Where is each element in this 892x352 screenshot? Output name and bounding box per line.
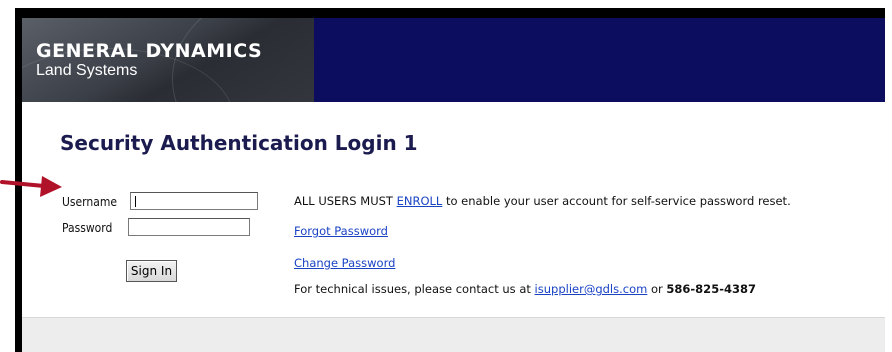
page-footer	[22, 317, 885, 352]
enroll-suffix: to enable your user account for self-ser…	[445, 194, 791, 208]
red-arrow-icon	[0, 176, 62, 197]
enroll-link[interactable]: ENROLL	[397, 194, 443, 208]
enroll-prefix: ALL USERS MUST	[294, 194, 393, 208]
forgot-password-row: Forgot Password	[294, 224, 388, 238]
password-label: Password	[62, 221, 113, 235]
change-password-row: Change Password	[294, 256, 395, 270]
username-input[interactable]	[130, 192, 258, 210]
page-title: Security Authentication Login 1	[60, 131, 418, 155]
change-password-link[interactable]: Change Password	[294, 256, 395, 270]
username-label: Username	[62, 195, 118, 209]
forgot-password-link[interactable]: Forgot Password	[294, 224, 388, 238]
company-logo: GENERAL DYNAMICS Land Systems	[22, 18, 314, 102]
logo-sub-text: Land Systems	[36, 62, 138, 79]
support-email-link[interactable]: isupplier@gdls.com	[535, 282, 648, 296]
screenshot-frame: GENERAL DYNAMICS Land Systems Security A…	[15, 8, 885, 352]
enroll-notice: ALL USERS MUST ENROLL to enable your use…	[294, 194, 791, 208]
support-notice: For technical issues, please contact us …	[294, 282, 756, 296]
password-input[interactable]	[128, 218, 250, 236]
support-phone: 586-825-4387	[666, 282, 756, 296]
support-or: or	[650, 282, 663, 296]
sign-in-button[interactable]: Sign In	[126, 260, 177, 282]
text-caret	[135, 196, 136, 207]
logo-main-text: GENERAL DYNAMICS	[36, 40, 263, 62]
login-page: GENERAL DYNAMICS Land Systems Security A…	[22, 18, 885, 352]
support-prefix: For technical issues, please contact us …	[294, 282, 531, 296]
header-banner: GENERAL DYNAMICS Land Systems	[22, 18, 885, 102]
